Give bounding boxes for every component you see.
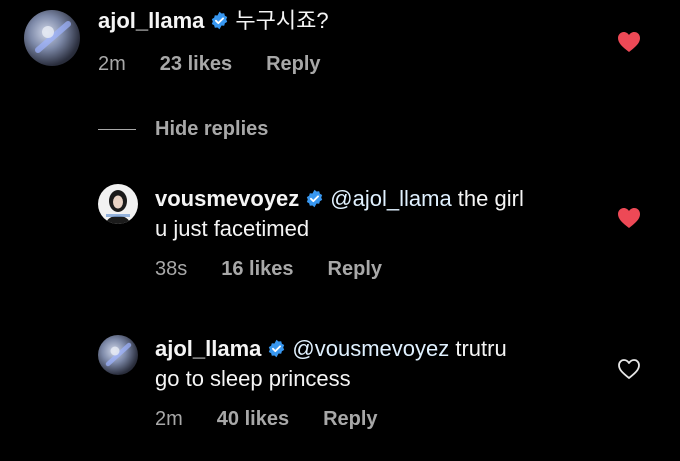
- comment-username[interactable]: ajol_llama: [98, 8, 204, 33]
- comment-text: 누구시죠?: [235, 8, 329, 33]
- hide-replies-toggle[interactable]: Hide replies: [98, 118, 268, 141]
- divider-line: [98, 129, 136, 130]
- heart-filled-icon[interactable]: [617, 31, 641, 53]
- reply-button[interactable]: Reply: [266, 53, 320, 75]
- comment-time: 2m: [155, 408, 183, 430]
- comment-text-line2: u just facetimed: [155, 216, 310, 241]
- likes-count[interactable]: 40 likes: [217, 408, 289, 430]
- comment-text: trutru: [449, 336, 507, 361]
- hide-replies-label[interactable]: Hide replies: [155, 118, 268, 141]
- avatar-ajol-llama[interactable]: [24, 10, 80, 66]
- comment-time: 38s: [155, 258, 188, 280]
- likes-count[interactable]: 23 likes: [160, 53, 232, 75]
- comment-text: the girl: [451, 186, 524, 211]
- comment-username[interactable]: vousmevoyez: [155, 186, 299, 211]
- heart-filled-icon[interactable]: [617, 207, 641, 229]
- comment-username[interactable]: ajol_llama: [155, 336, 261, 361]
- reply-button[interactable]: Reply: [328, 258, 382, 280]
- comment-time: 2m: [98, 53, 126, 75]
- mention-link[interactable]: @vousmevoyez: [292, 336, 449, 361]
- likes-count[interactable]: 16 likes: [221, 258, 293, 280]
- verified-badge-icon: [269, 339, 285, 358]
- mention-link[interactable]: @ajol_llama: [330, 186, 451, 211]
- verified-badge-icon: [307, 189, 323, 208]
- avatar-vousmevoyez[interactable]: [98, 184, 138, 224]
- avatar-ajol-llama[interactable]: [98, 335, 138, 375]
- verified-badge-icon: [212, 11, 228, 30]
- comment-text-line2: go to sleep princess: [155, 366, 351, 391]
- reply-button[interactable]: Reply: [323, 408, 377, 430]
- heart-outline-icon[interactable]: [617, 358, 641, 380]
